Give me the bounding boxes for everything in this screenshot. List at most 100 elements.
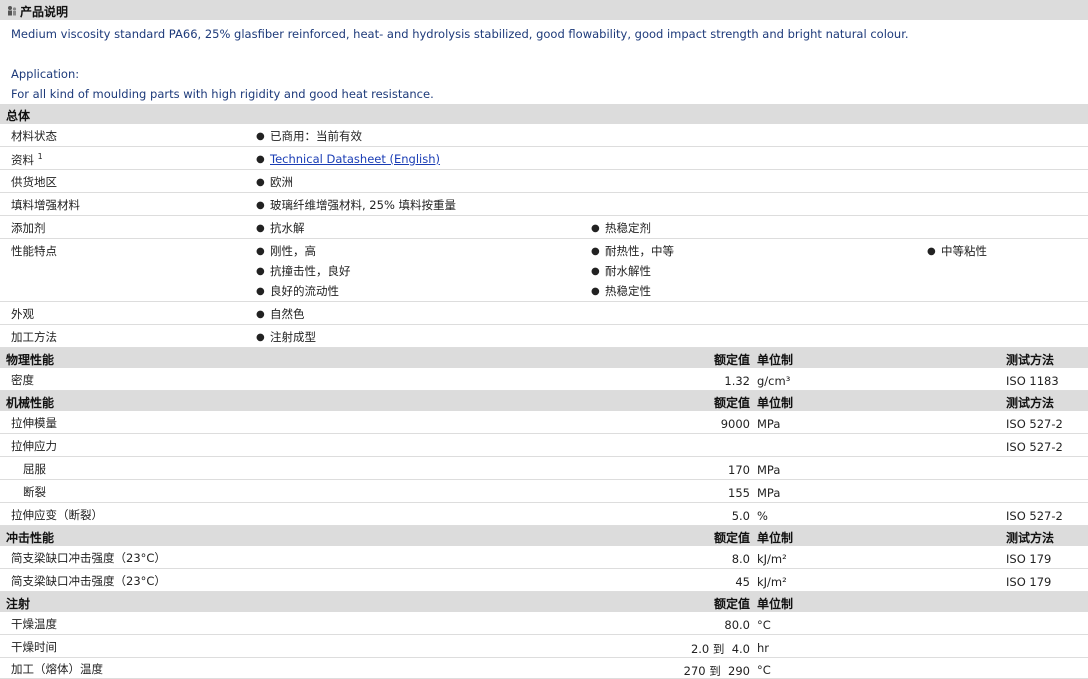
table-row: 干燥时间 2.0 到 4.0 hr: [0, 635, 1088, 658]
table-row: 简支梁缺口冲击强度（23°C） 45 kJ/m² ISO 179: [0, 569, 1088, 592]
people-icon: [8, 6, 17, 16]
table-row: 屈服 170 MPa: [0, 457, 1088, 480]
bullet-icon: ●: [591, 266, 600, 277]
row-value: 5.0: [731, 509, 750, 523]
row-method: ISO 527-2: [1006, 440, 1063, 454]
row-value: 170: [728, 463, 750, 477]
column-unit: 单位制: [757, 531, 794, 545]
table-row: 加工（熔体）温度 270 到 290 °C: [0, 658, 1088, 679]
column-nominal: 额定值: [713, 396, 750, 410]
table-row: 拉伸应力 ISO 527-2: [0, 434, 1088, 457]
application-label: Application:: [11, 67, 80, 81]
row-unit: kJ/m²: [757, 552, 787, 566]
bullet-icon: ●: [256, 177, 265, 188]
row-value: 155: [728, 486, 750, 500]
row-filler: 填料增强材料 ● 玻璃纤维增强材料, 25% 填料按重量: [0, 193, 1088, 216]
row-method: ISO 179: [1006, 552, 1052, 566]
bullet-icon: ●: [256, 131, 265, 142]
row-unit: %: [757, 509, 768, 523]
bullet-icon: ●: [256, 154, 265, 165]
row-value: 270 到 290: [683, 664, 750, 678]
column-method: 测试方法: [1006, 531, 1055, 545]
section-title: 注射: [6, 597, 31, 611]
section-general: 总体: [0, 104, 1088, 124]
value-item: ● 欧洲: [256, 175, 293, 189]
table-row: 拉伸应变（断裂） 5.0 % ISO 527-2: [0, 503, 1088, 526]
row-label: 简支梁缺口冲击强度（23°C）: [11, 574, 166, 588]
bullet-icon: ●: [591, 286, 600, 297]
row-value: 1.32: [724, 374, 750, 388]
row-label: 加工（熔体）温度: [11, 662, 103, 676]
row-features: 性能特点 ● 刚性，高 ● 耐热性，中等 ● 中等粘性 ● 抗撞击性，良好 ● 耐水解性 …: [0, 239, 1088, 302]
row-additives: 添加剂 ● 抗水解 ● 热稳定剂: [0, 216, 1088, 239]
bullet-icon: ●: [927, 246, 936, 257]
row-value: 2.0 到 4.0: [690, 642, 750, 656]
column-nominal: 额定值: [713, 597, 750, 611]
column-unit: 单位制: [757, 597, 794, 611]
row-unit: g/cm³: [757, 374, 791, 388]
bullet-icon: ●: [591, 246, 600, 257]
row-availability: 供货地区 ● 欧洲: [0, 170, 1088, 193]
bullet-icon: ●: [256, 223, 265, 234]
description-text: Medium viscosity standard PA66, 25% glas…: [11, 27, 909, 41]
value-item: ● 刚性，高: [256, 244, 316, 258]
section-title: 冲击性能: [6, 531, 55, 545]
row-label: 拉伸应变（断裂）: [11, 508, 103, 522]
bullet-icon: ●: [256, 332, 265, 343]
row-label: 材料状态: [11, 129, 57, 143]
row-label: 加工方法: [11, 330, 57, 344]
row-label: 屈服: [23, 462, 46, 476]
bullet-icon: ●: [256, 200, 265, 211]
table-row: 断裂 155 MPa: [0, 480, 1088, 503]
application-text: For all kind of moulding parts with high…: [11, 87, 434, 101]
row-method: ISO 527-2: [1006, 417, 1063, 431]
value-item: ● 抗水解: [256, 221, 305, 235]
value-item: ● 玻璃纤维增强材料, 25% 填料按重量: [256, 198, 457, 212]
bullet-icon: ●: [256, 309, 265, 320]
row-label: 干燥温度: [11, 617, 57, 631]
bullet-icon: ●: [256, 246, 265, 257]
value-item: ● 热稳定剂: [591, 221, 651, 235]
value-item: ● Technical Datasheet (English): [256, 152, 440, 166]
bullet-icon: ●: [256, 266, 265, 277]
footnote-marker: 1: [37, 152, 43, 162]
datasheet-link[interactable]: Technical Datasheet (English): [270, 152, 440, 166]
row-unit: MPa: [757, 463, 781, 477]
table-row: 密度 1.32 g/cm³ ISO 1183: [0, 368, 1088, 391]
value-item: ● 中等粘性: [927, 244, 987, 258]
row-unit: kJ/m²: [757, 575, 787, 589]
section-title: 物理性能: [6, 353, 55, 367]
row-label: 拉伸模量: [11, 416, 57, 430]
value-item: ● 良好的流动性: [256, 284, 339, 298]
value-item: ● 注射成型: [256, 330, 316, 344]
bullet-icon: ●: [256, 286, 265, 297]
row-label: 供货地区: [11, 175, 57, 189]
table-row: 简支梁缺口冲击强度（23°C） 8.0 kJ/m² ISO 179: [0, 546, 1088, 569]
row-appearance: 外观 ● 自然色: [0, 302, 1088, 325]
column-method: 测试方法: [1006, 353, 1055, 367]
section-physical: 物理性能 额定值 单位制 测试方法: [0, 348, 1088, 368]
row-unit: °C: [757, 663, 771, 677]
row-method: ISO 527-2: [1006, 509, 1063, 523]
row-unit: hr: [757, 641, 770, 655]
section-impact: 冲击性能 额定值 单位制 测试方法: [0, 526, 1088, 546]
column-nominal: 额定值: [713, 353, 750, 367]
row-label: 填料增强材料: [11, 198, 80, 212]
row-unit: MPa: [757, 486, 781, 500]
row-method: ISO 1183: [1006, 374, 1059, 388]
row-value: 9000: [720, 417, 750, 431]
row-label: 干燥时间: [11, 640, 57, 654]
row-method: ISO 179: [1006, 575, 1052, 589]
row-label: 性能特点: [11, 244, 57, 258]
value-item: ● 自然色: [256, 307, 305, 321]
row-label: 简支梁缺口冲击强度（23°C）: [11, 551, 166, 565]
table-row: 干燥温度 80.0 °C: [0, 612, 1088, 635]
row-value: 45: [735, 575, 750, 589]
row-unit: MPa: [757, 417, 781, 431]
row-label: 密度: [11, 373, 34, 387]
row-label: 外观: [11, 307, 34, 321]
column-method: 测试方法: [1006, 396, 1055, 410]
row-documents: 资料 1 ● Technical Datasheet (English): [0, 147, 1088, 170]
value-item: ● 抗撞击性，良好: [256, 264, 351, 278]
column-unit: 单位制: [757, 353, 794, 367]
